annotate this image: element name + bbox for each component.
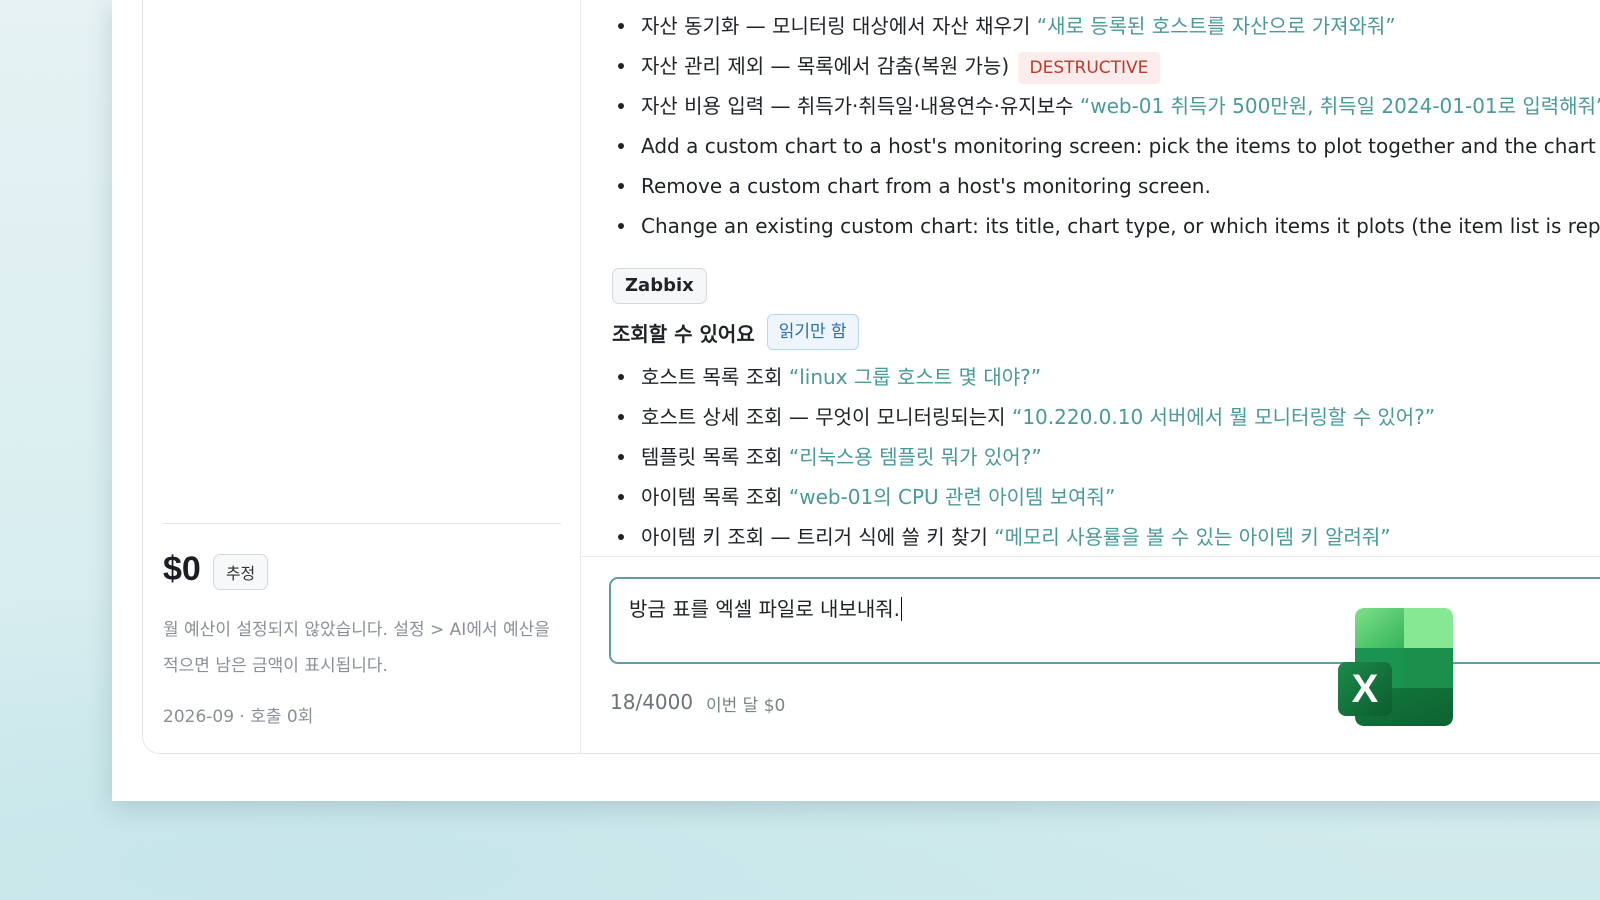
item-text: 자산 관리 제외 — 목록에서 감춤(복원 가능) xyxy=(641,54,1010,78)
item-text: 템플릿 목록 조회 xyxy=(641,445,783,469)
write-capability-list: 자산 동기화 — 모니터링 대상에서 자산 채우기 “새로 등록된 호스트를 자… xyxy=(612,6,1600,246)
composer-divider xyxy=(582,556,1600,557)
item-example: “web-01의 CPU 관련 아이템 보여줘” xyxy=(788,485,1116,509)
read-section-header: 조회할 수 있어요 읽기만 함 xyxy=(612,314,859,350)
estimate-badge: 추정 xyxy=(212,554,269,590)
list-item: 호스트 상세 조회 — 무엇이 모니터링되는지 “10.220.0.10 서버에… xyxy=(612,397,1435,437)
sidebar: $0 추정 월 예산이 설정되지 않았습니다. 설정 > AI에서 예산을 적으… xyxy=(143,0,581,753)
destructive-badge: DESTRUCTIVE xyxy=(1017,51,1161,84)
usage-meta: 2026-09 · 호출 0회 xyxy=(163,707,314,727)
list-item: 자산 비용 입력 — 취득가·취득일·내용연수·유지보수 “web-01 취득가… xyxy=(612,86,1600,126)
char-counter: 18/4000 xyxy=(610,690,694,714)
list-item: Add a custom chart to a host's monitorin… xyxy=(612,126,1600,166)
item-text: 호스트 목록 조회 xyxy=(641,365,783,389)
cost-summary: $0 추정 xyxy=(163,548,269,590)
list-item: 템플릿 목록 조회 “리눅스용 템플릿 뭐가 있어?” xyxy=(612,437,1435,477)
zabbix-source-tag: Zabbix xyxy=(612,268,707,304)
list-item: Remove a custom chart from a host's moni… xyxy=(612,166,1600,206)
item-text: Change an existing custom chart: its tit… xyxy=(641,214,1600,238)
svg-text:X: X xyxy=(1352,667,1379,711)
read-capability-list: 호스트 목록 조회 “linux 그룹 호스트 몇 대야?” 호스트 상세 조회… xyxy=(612,357,1435,557)
list-item: 자산 동기화 — 모니터링 대상에서 자산 채우기 “새로 등록된 호스트를 자… xyxy=(612,6,1600,46)
item-text: Add a custom chart to a host's monitorin… xyxy=(641,134,1600,158)
readonly-badge: 읽기만 함 xyxy=(766,314,859,350)
item-text: 아이템 키 조회 — 트리거 식에 쓸 키 찾기 xyxy=(641,525,988,549)
item-example: “메모리 사용률을 볼 수 있는 아이템 키 알려줘” xyxy=(994,525,1391,549)
item-text: 호스트 상세 조회 — 무엇이 모니터링되는지 xyxy=(641,405,1006,429)
list-item: 아이템 키 조회 — 트리거 식에 쓸 키 찾기 “메모리 사용률을 볼 수 있… xyxy=(612,517,1435,557)
item-example: “10.220.0.10 서버에서 뭘 모니터링할 수 있어?” xyxy=(1011,405,1436,429)
item-example: “linux 그룹 호스트 몇 대야?” xyxy=(788,365,1042,389)
item-text: 아이템 목록 조회 xyxy=(641,485,783,509)
item-text: 자산 비용 입력 — 취득가·취득일·내용연수·유지보수 xyxy=(641,94,1074,118)
list-item: 아이템 목록 조회 “web-01의 CPU 관련 아이템 보여줘” xyxy=(612,477,1435,517)
excel-icon: X xyxy=(1338,608,1453,726)
item-example: “web-01 취득가 500만원, 취득일 2024-01-01로 입력해줘” xyxy=(1079,94,1600,118)
cost-amount: $0 xyxy=(163,549,201,588)
list-item: 자산 관리 제외 — 목록에서 감춤(복원 가능) DESTRUCTIVE xyxy=(612,46,1600,86)
monthly-cost: 이번 달 $0 xyxy=(706,696,786,716)
message-input-value: 방금 표를 엑셀 파일로 내보내줘. xyxy=(629,597,900,621)
item-text: Remove a custom chart from a host's moni… xyxy=(641,174,1211,198)
item-text: 자산 동기화 — 모니터링 대상에서 자산 채우기 xyxy=(641,14,1031,38)
text-caret xyxy=(901,597,902,621)
budget-note: 월 예산이 설정되지 않았습니다. 설정 > AI에서 예산을 적으면 남은 금… xyxy=(163,620,550,676)
sidebar-divider xyxy=(163,523,561,524)
item-example: “새로 등록된 호스트를 자산으로 가져와줘” xyxy=(1036,14,1396,38)
list-item: 호스트 목록 조회 “linux 그룹 호스트 몇 대야?” xyxy=(612,357,1435,397)
item-example: “리눅스용 템플릿 뭐가 있어?” xyxy=(788,445,1042,469)
list-item: Change an existing custom chart: its tit… xyxy=(612,206,1600,246)
read-section-title: 조회할 수 있어요 xyxy=(612,321,755,346)
